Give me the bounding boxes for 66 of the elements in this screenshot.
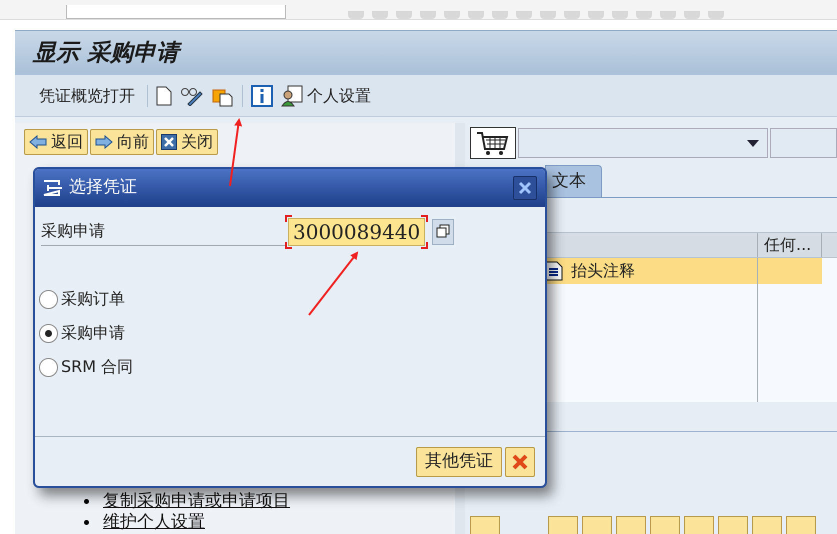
annotation-arrow: [229, 118, 242, 186]
toolbar-icon[interactable]: [396, 11, 412, 19]
dropdown-field[interactable]: [518, 128, 768, 158]
toolbar-icon[interactable]: [492, 11, 508, 19]
other-documents-button[interactable]: 其他凭证: [416, 446, 502, 476]
toolbar-icon[interactable]: [470, 516, 500, 534]
toolbar-icon[interactable]: [348, 11, 364, 19]
toolbar-icon[interactable]: [616, 516, 646, 534]
dialog-icon: [43, 180, 63, 196]
screen-title: 显示 采购申请: [33, 36, 180, 70]
toolbar-icon[interactable]: [588, 11, 604, 19]
radio-option[interactable]: 采购订单: [39, 288, 134, 310]
toolbar-icon[interactable]: [660, 11, 676, 19]
glasses-pencil-icon[interactable]: [180, 86, 204, 106]
toolbar-icon[interactable]: [650, 516, 680, 534]
toolbar-icon[interactable]: [786, 516, 816, 534]
close-icon: [161, 134, 177, 150]
cancel-icon: [512, 454, 528, 470]
right-arrow-icon: [95, 135, 113, 149]
bullet-icon: [84, 499, 89, 504]
row-text: 抬头注释: [571, 260, 635, 282]
help-link[interactable]: 维护个人设置: [103, 512, 205, 533]
toolbar-icon[interactable]: [636, 11, 652, 19]
personal-settings-button[interactable]: 个人设置: [281, 84, 371, 108]
left-arrow-icon: [29, 135, 47, 149]
toolbar-icon[interactable]: [372, 11, 388, 19]
toolbar-icon[interactable]: [718, 516, 748, 534]
blank-page-icon[interactable]: [156, 86, 172, 106]
dropdown-arrow-icon: [747, 140, 759, 146]
toolbar-icon[interactable]: [684, 11, 700, 19]
document-number-field[interactable]: 3000089440: [285, 215, 428, 249]
shopping-cart-icon[interactable]: [470, 127, 516, 159]
toolbar-icon[interactable]: [582, 516, 612, 534]
tab[interactable]: 文本: [545, 165, 602, 197]
toolbar-icon[interactable]: [708, 11, 724, 19]
bullet-icon: [84, 520, 89, 525]
document-icon: [545, 261, 563, 281]
toolbar-icon[interactable]: [540, 11, 556, 19]
field-label: 采购申请: [41, 219, 287, 246]
document-overview-button[interactable]: 凭证概览打开: [35, 84, 139, 108]
annotation-arrow: [308, 251, 358, 316]
copy-icon[interactable]: [432, 219, 454, 245]
radio-option[interactable]: SRM 合同: [39, 356, 134, 378]
toolbar-icon[interactable]: [612, 11, 628, 19]
input-field[interactable]: [770, 128, 837, 158]
toolbar-icon[interactable]: [564, 11, 580, 19]
toolbar-icon[interactable]: [420, 11, 436, 19]
column-header[interactable]: 任何...: [758, 233, 822, 257]
close-button[interactable]: [513, 176, 537, 200]
toolbar-icon[interactable]: [468, 11, 484, 19]
nav-button[interactable]: 向前: [90, 129, 154, 155]
user-settings-icon: [281, 84, 303, 106]
nav-button[interactable]: 关闭: [156, 129, 218, 155]
toolbar-icon[interactable]: [684, 516, 714, 534]
toolbar-icon[interactable]: [444, 11, 460, 19]
command-field[interactable]: [66, 5, 286, 19]
toolbar-icon[interactable]: [752, 516, 782, 534]
dialog-title: 选择凭证: [69, 176, 137, 200]
toolbar-icon[interactable]: [516, 11, 532, 19]
nav-button[interactable]: 返回: [24, 129, 88, 155]
radio-option[interactable]: 采购申请: [39, 322, 134, 344]
info-icon[interactable]: [251, 84, 273, 106]
toolbar-icon[interactable]: [548, 516, 578, 534]
help-link[interactable]: 复制采购申请或申请项目: [103, 491, 290, 512]
close-icon: [518, 181, 532, 195]
cancel-button[interactable]: [505, 446, 535, 476]
